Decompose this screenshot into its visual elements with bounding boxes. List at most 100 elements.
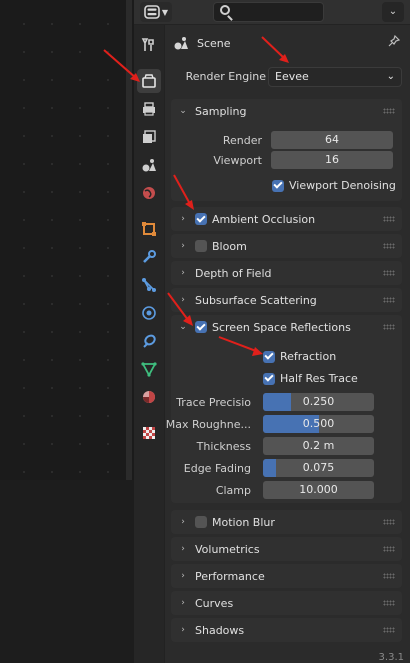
panel-sampling: ⌄ Sampling Render 64 Viewport 16 Viewpor…	[171, 99, 402, 201]
thickness-value: 0.2 m	[302, 439, 335, 452]
chevron-right-icon: ›	[181, 598, 185, 608]
viewport-samples-value: 16	[325, 153, 339, 166]
drag-grip-icon[interactable]	[383, 519, 395, 525]
pin-icon[interactable]	[388, 35, 400, 47]
max-roughness-row: Max Roughne... 0.500	[166, 415, 402, 435]
tab-constraints[interactable]	[137, 329, 161, 353]
tab-output[interactable]	[137, 97, 161, 121]
material-icon	[143, 391, 155, 403]
trace-precision-label: Trace Precisio	[176, 396, 251, 409]
drag-grip-icon[interactable]	[383, 108, 395, 114]
tool-icon	[141, 38, 154, 51]
tab-material[interactable]	[137, 385, 161, 409]
render-samples-row: Render 64	[171, 131, 402, 151]
panel-title: Volumetrics	[195, 542, 260, 556]
chevron-down-icon: ⌄	[386, 71, 395, 82]
checkbox-checked-icon[interactable]	[272, 179, 284, 192]
checkbox-checked-icon[interactable]	[195, 321, 207, 333]
checkbox-unchecked-icon[interactable]	[195, 240, 207, 252]
panel-title: Sampling	[195, 104, 247, 118]
panel-curves: › Curves	[171, 591, 402, 615]
panel-title: Shadows	[195, 623, 245, 637]
edge-fading-row: Edge Fading 0.075	[171, 459, 402, 479]
trace-precision-slider[interactable]: 0.250	[263, 393, 374, 411]
panel-sampling-header[interactable]: ⌄ Sampling	[171, 99, 402, 123]
tab-modifiers[interactable]	[137, 245, 161, 269]
thickness-field[interactable]: 0.2 m	[263, 437, 374, 455]
tab-tool[interactable]	[137, 33, 161, 57]
drag-grip-icon[interactable]	[383, 270, 395, 276]
drag-grip-icon[interactable]	[383, 573, 395, 579]
scene-icon	[174, 37, 188, 50]
render-samples-field[interactable]: 64	[271, 131, 393, 149]
tab-view-layer[interactable]	[137, 125, 161, 149]
max-roughness-slider[interactable]: 0.500	[263, 415, 374, 433]
drag-grip-icon[interactable]	[383, 324, 395, 330]
render-engine-select[interactable]: Eevee ⌄	[268, 67, 402, 87]
tab-texture[interactable]	[137, 421, 161, 445]
tab-physics[interactable]	[137, 301, 161, 325]
tab-world[interactable]	[137, 181, 161, 205]
scene-icon	[142, 159, 156, 172]
viewport-samples-field[interactable]: 16	[271, 151, 393, 169]
chevron-right-icon: ›	[181, 571, 185, 581]
panel-depth-of-field-header[interactable]: › Depth of Field	[171, 261, 402, 285]
panel-performance-header[interactable]: › Performance	[171, 564, 402, 588]
checkbox-checked-icon[interactable]	[263, 350, 275, 363]
tab-particles[interactable]	[137, 273, 161, 297]
wrench-icon	[143, 250, 156, 263]
chevron-right-icon: ›	[181, 625, 185, 635]
render-engine-row: Render Engine Eevee ⌄	[165, 65, 410, 89]
chevron-right-icon: ›	[181, 214, 185, 224]
checkbox-unchecked-icon[interactable]	[195, 516, 207, 528]
clamp-field[interactable]: 10.000	[263, 481, 374, 499]
panel-bloom-header[interactable]: › Bloom	[171, 234, 402, 258]
viewport-denoising-toggle[interactable]: Viewport Denoising	[272, 179, 396, 192]
drag-grip-icon[interactable]	[383, 627, 395, 633]
panel-ambient-occlusion-header[interactable]: › Ambient Occlusion	[171, 207, 402, 231]
panel-ssr-header[interactable]: ⌄ Screen Space Reflections	[171, 315, 402, 339]
chevron-down-icon: ⌄	[179, 322, 187, 332]
render-samples-label: Render	[222, 134, 262, 147]
edge-fading-slider[interactable]: 0.075	[263, 459, 374, 477]
search-input[interactable]	[213, 2, 324, 22]
object-icon	[142, 222, 156, 236]
viewport-samples-row: Viewport 16	[171, 151, 402, 171]
render-engine-value: Eevee	[275, 70, 309, 83]
panel-shadows: › Shadows	[171, 618, 402, 642]
tab-scene[interactable]	[137, 153, 161, 177]
panel-curves-header[interactable]: › Curves	[171, 591, 402, 615]
half-res-trace-toggle[interactable]: Half Res Trace	[263, 372, 358, 385]
drag-grip-icon[interactable]	[383, 216, 395, 222]
options-dropdown-button[interactable]: ⌄	[382, 2, 404, 22]
search-icon	[220, 5, 230, 15]
tab-render[interactable]	[137, 69, 161, 93]
checkbox-checked-icon[interactable]	[195, 213, 207, 225]
world-icon	[143, 187, 155, 199]
tab-object[interactable]	[137, 217, 161, 241]
checkbox-checked-icon[interactable]	[263, 372, 275, 385]
drag-grip-icon[interactable]	[383, 297, 395, 303]
panel-subsurface-scattering-header[interactable]: › Subsurface Scattering	[171, 288, 402, 312]
thickness-row: Thickness 0.2 m	[171, 437, 402, 457]
drag-grip-icon[interactable]	[383, 600, 395, 606]
panel-motion-blur-header[interactable]: › Motion Blur	[171, 510, 402, 534]
clamp-row: Clamp 10.000	[171, 481, 402, 501]
panel-ambient-occlusion: › Ambient Occlusion	[171, 207, 402, 231]
drag-grip-icon[interactable]	[383, 546, 395, 552]
viewport-denoising-label: Viewport Denoising	[289, 179, 396, 192]
half-res-trace-label: Half Res Trace	[280, 372, 358, 385]
refraction-toggle[interactable]: Refraction	[263, 350, 336, 363]
editor-type-button[interactable]: ▼	[140, 2, 172, 22]
panel-title: Performance	[195, 569, 265, 583]
panel-shadows-header[interactable]: › Shadows	[171, 618, 402, 642]
chevron-down-icon: ⌄	[388, 6, 398, 17]
panel-performance: › Performance	[171, 564, 402, 588]
constraint-icon	[143, 334, 156, 348]
drag-grip-icon[interactable]	[383, 243, 395, 249]
panel-bloom: › Bloom	[171, 234, 402, 258]
panel-title: Bloom	[212, 239, 247, 253]
tab-data[interactable]	[137, 357, 161, 381]
panel-volumetrics-header[interactable]: › Volumetrics	[171, 537, 402, 561]
panel-title: Curves	[195, 596, 234, 610]
